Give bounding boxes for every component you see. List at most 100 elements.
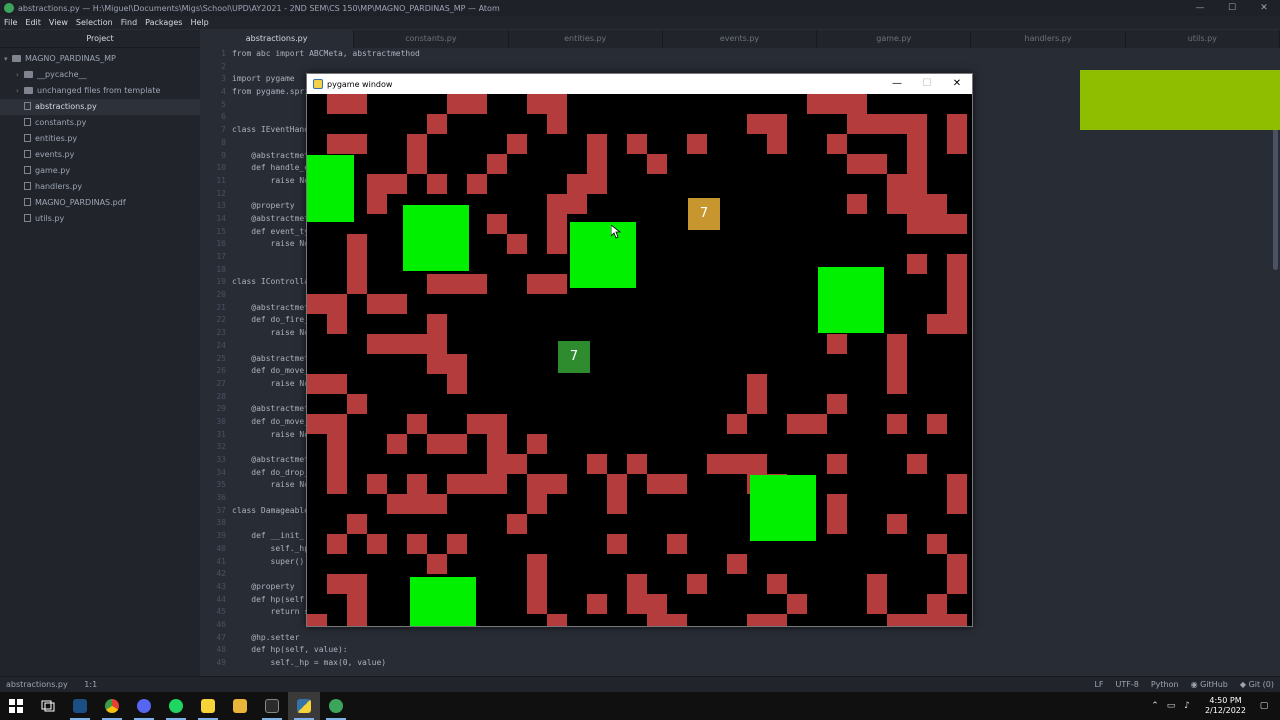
code-line[interactable]: def hp(self, value): xyxy=(232,644,420,657)
wall-tile xyxy=(627,574,647,594)
atom-icon[interactable] xyxy=(320,692,352,720)
tab-utils[interactable]: utils.py xyxy=(1126,30,1280,48)
tree-item-events-py[interactable]: events.py xyxy=(0,147,200,163)
tree-item-label: abstractions.py xyxy=(35,102,97,111)
file-explorer-icon[interactable] xyxy=(224,692,256,720)
wall-tile xyxy=(427,434,447,454)
code-line[interactable] xyxy=(232,61,420,74)
wall-tile xyxy=(327,414,347,434)
tree-item-magno-pardinas-pdf[interactable]: MAGNO_PARDINAS.pdf xyxy=(0,195,200,211)
code-line[interactable]: @hp.setter xyxy=(232,632,420,645)
tab-abstractions[interactable]: abstractions.py xyxy=(200,30,355,48)
status-line-ending[interactable]: LF xyxy=(1094,680,1103,689)
code-line[interactable]: from abc import ABCMeta, abstractmethod xyxy=(232,48,420,61)
tab-handlers[interactable]: handlers.py xyxy=(971,30,1126,48)
line-number: 10 xyxy=(216,163,226,173)
wall-tile xyxy=(427,334,447,354)
steam-icon[interactable] xyxy=(64,692,96,720)
wall-tile xyxy=(867,594,887,614)
sticky-notes-icon[interactable] xyxy=(192,692,224,720)
status-encoding[interactable]: UTF-8 xyxy=(1116,680,1139,689)
tab-events[interactable]: events.py xyxy=(663,30,818,48)
menu-selection[interactable]: Selection xyxy=(72,18,117,27)
line-number: 11 xyxy=(216,175,226,185)
tree-item-label: constants.py xyxy=(35,118,87,127)
wall-tile xyxy=(947,574,967,594)
tree-item-utils-py[interactable]: utils.py xyxy=(0,211,200,227)
line-number: 34 xyxy=(216,467,226,477)
windows-start-icon[interactable] xyxy=(0,692,32,720)
tree-item-handlers-py[interactable]: handlers.py xyxy=(0,179,200,195)
tree-item-pycache[interactable]: › __pycache__ xyxy=(0,67,200,83)
menu-edit[interactable]: Edit xyxy=(21,18,45,27)
task-view-icon[interactable] xyxy=(32,692,64,720)
status-git[interactable]: ◆ Git (0) xyxy=(1240,680,1274,689)
tree-item-abstractions-py[interactable]: abstractions.py xyxy=(0,99,200,115)
status-grammar[interactable]: Python xyxy=(1151,680,1179,689)
game-canvas[interactable]: 77 xyxy=(307,94,972,626)
menu-view[interactable]: View xyxy=(45,18,72,27)
wall-tile xyxy=(927,594,947,614)
status-cursor-position[interactable]: 1:1 xyxy=(84,680,97,689)
minimize-button[interactable]: — xyxy=(1184,0,1216,16)
tree-root-folder[interactable]: ▾ MAGNO_PARDINAS_MP xyxy=(0,51,200,67)
menu-help[interactable]: Help xyxy=(186,18,212,27)
close-button[interactable]: ✕ xyxy=(1248,0,1280,16)
status-github[interactable]: ◉ GitHub xyxy=(1191,680,1228,689)
pygame-close-button[interactable]: ✕ xyxy=(942,74,972,94)
discord-icon[interactable] xyxy=(128,692,160,720)
tree-item-unchanged-files-from-template[interactable]: › unchanged files from template xyxy=(0,83,200,99)
pygame-maximize-button[interactable]: ☐ xyxy=(912,74,942,94)
maximize-button[interactable]: ☐ xyxy=(1216,0,1248,16)
menu-packages[interactable]: Packages xyxy=(141,18,186,27)
terminal-icon[interactable] xyxy=(256,692,288,720)
python-icon[interactable] xyxy=(288,692,320,720)
wall-tile xyxy=(627,134,647,154)
green-block xyxy=(570,222,636,288)
tab-constants[interactable]: constants.py xyxy=(354,30,509,48)
wall-tile xyxy=(307,374,327,394)
pygame-title-bar[interactable]: pygame window — ☐ ✕ xyxy=(307,74,972,94)
line-number: 48 xyxy=(216,645,226,655)
line-number: 47 xyxy=(216,632,226,642)
menu-find[interactable]: Find xyxy=(117,18,141,27)
status-file[interactable]: abstractions.py xyxy=(6,680,68,689)
tree-item-entities-py[interactable]: entities.py xyxy=(0,131,200,147)
notification-icon[interactable]: ▢ xyxy=(1256,701,1272,711)
wall-tile xyxy=(827,394,847,414)
tab-entities[interactable]: entities.py xyxy=(509,30,663,48)
wall-tile xyxy=(867,574,887,594)
volume-icon[interactable]: ♪ xyxy=(1179,701,1195,711)
wall-tile xyxy=(907,214,927,234)
tab-game[interactable]: game.py xyxy=(817,30,972,48)
wall-tile xyxy=(367,194,387,214)
tree-item-constants-py[interactable]: constants.py xyxy=(0,115,200,131)
line-number: 15 xyxy=(216,226,226,236)
chrome-icon[interactable] xyxy=(96,692,128,720)
wall-tile xyxy=(887,614,907,626)
network-icon[interactable]: ▭ xyxy=(1163,701,1179,711)
wall-tile xyxy=(647,474,667,494)
folder-icon xyxy=(24,71,33,78)
menu-file[interactable]: File xyxy=(0,18,21,27)
wall-tile xyxy=(407,474,427,494)
clock[interactable]: 4:50 PM 2/12/2022 xyxy=(1205,696,1246,716)
chevron-up-icon[interactable]: ⌃ xyxy=(1147,701,1163,711)
pygame-window[interactable]: pygame window — ☐ ✕ 77 xyxy=(306,73,973,627)
wall-tile xyxy=(847,94,867,114)
wall-tile xyxy=(947,214,967,234)
tree-item-game-py[interactable]: game.py xyxy=(0,163,200,179)
wall-tile xyxy=(887,194,907,214)
spotify-icon[interactable] xyxy=(160,692,192,720)
wall-tile xyxy=(427,314,447,334)
line-number-gutter: 1 2 3 4 5 6 7 8 9 10 11 12 13 14 15 16 17 18 19 20 21 22 23 24 2… xyxy=(200,48,226,676)
green-block xyxy=(410,577,476,626)
file-icon xyxy=(24,166,31,174)
wall-tile xyxy=(487,154,507,174)
wall-tile xyxy=(807,414,827,434)
wall-tile xyxy=(727,554,747,574)
pygame-minimize-button[interactable]: — xyxy=(882,74,912,94)
wall-tile xyxy=(847,154,867,174)
code-line[interactable]: self._hp = max(0, value) xyxy=(232,657,420,670)
project-tree-header[interactable]: Project xyxy=(0,30,200,48)
